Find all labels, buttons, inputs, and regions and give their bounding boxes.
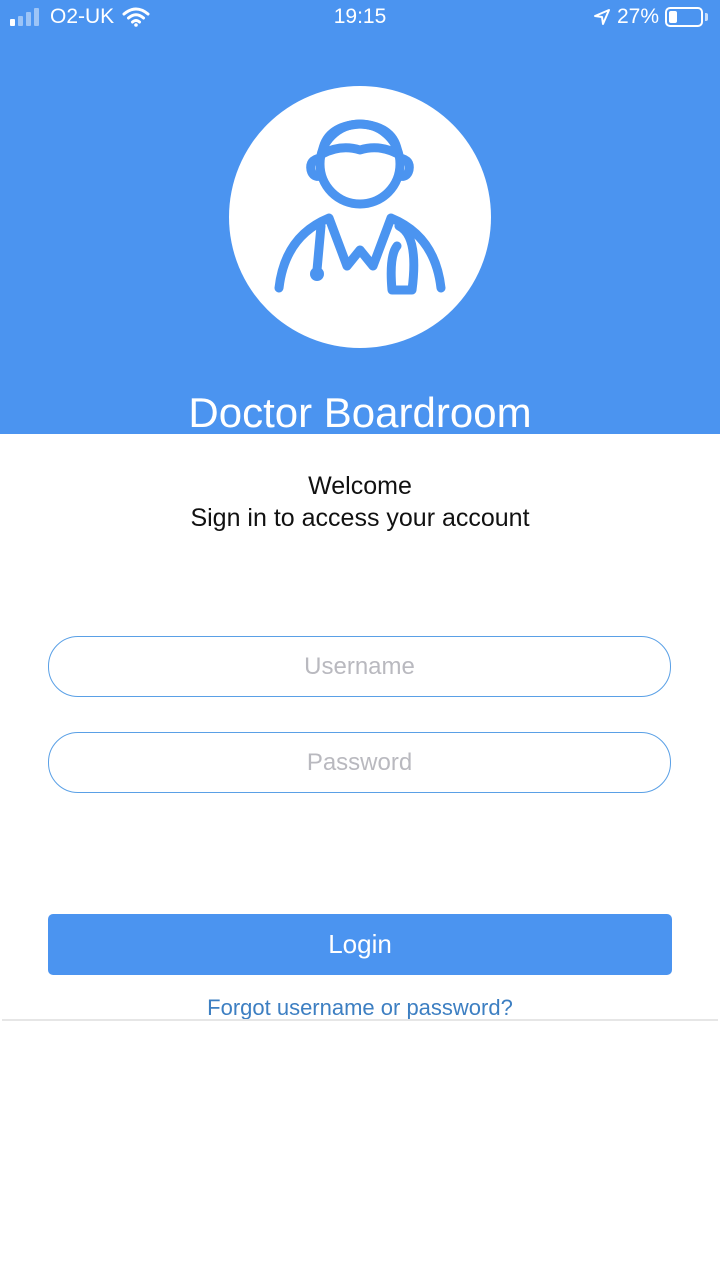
app-title: Doctor Boardroom [188,389,532,436]
username-input[interactable] [48,636,671,697]
location-arrow-icon [593,9,610,25]
battery-icon [665,7,703,27]
header-banner: O2-UK 19:15 27% Doctor Boardroom [0,0,720,436]
welcome-subtitle: Sign in to access your account [190,504,530,532]
doctor-avatar [229,86,491,348]
login-button[interactable]: Login [48,914,672,975]
divider [2,1019,718,1021]
battery-percent: 27% [616,5,659,28]
battery-level [669,11,677,23]
status-bar: O2-UK 19:15 27% [0,0,720,34]
welcome-heading: Welcome [308,472,412,500]
welcome-text: Welcome Sign in to access your account [0,470,720,534]
doctor-icon [274,119,446,295]
battery-cap [705,13,708,21]
password-input[interactable] [48,732,671,793]
status-right: 27% [593,5,708,29]
forgot-credentials-link[interactable]: Forgot username or password? [0,994,720,1022]
